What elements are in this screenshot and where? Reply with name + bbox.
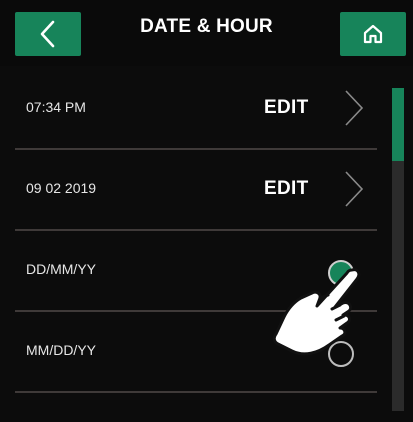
- page-title: DATE & HOUR: [140, 16, 273, 37]
- back-button[interactable]: [15, 12, 81, 56]
- date-hour-screen: DATE & HOUR 07:34 PM EDIT 09 02 2019 EDI…: [0, 0, 413, 422]
- home-icon: [363, 24, 383, 44]
- time-value: 07:34 PM: [26, 99, 86, 115]
- edit-time-button[interactable]: EDIT: [264, 97, 308, 119]
- pointing-hand-icon: [272, 268, 361, 356]
- format-label: MM/DD/YY: [26, 342, 96, 358]
- edit-date-button[interactable]: EDIT: [264, 178, 308, 200]
- row-divider: [15, 229, 377, 231]
- header-bar: DATE & HOUR: [0, 0, 413, 66]
- scrollbar-thumb[interactable]: [392, 88, 404, 161]
- chevron-right-icon[interactable]: [342, 88, 366, 128]
- row-divider: [15, 148, 377, 150]
- chevron-left-icon: [40, 20, 55, 48]
- list-item-time[interactable]: 07:34 PM EDIT: [15, 70, 377, 150]
- format-label: DD/MM/YY: [26, 261, 96, 277]
- date-value: 09 02 2019: [26, 180, 97, 196]
- chevron-right-icon[interactable]: [342, 169, 366, 209]
- row-divider: [15, 391, 377, 393]
- list-item-date[interactable]: 09 02 2019 EDIT: [15, 151, 377, 231]
- scrollbar[interactable]: [392, 88, 404, 411]
- home-button[interactable]: [340, 12, 406, 56]
